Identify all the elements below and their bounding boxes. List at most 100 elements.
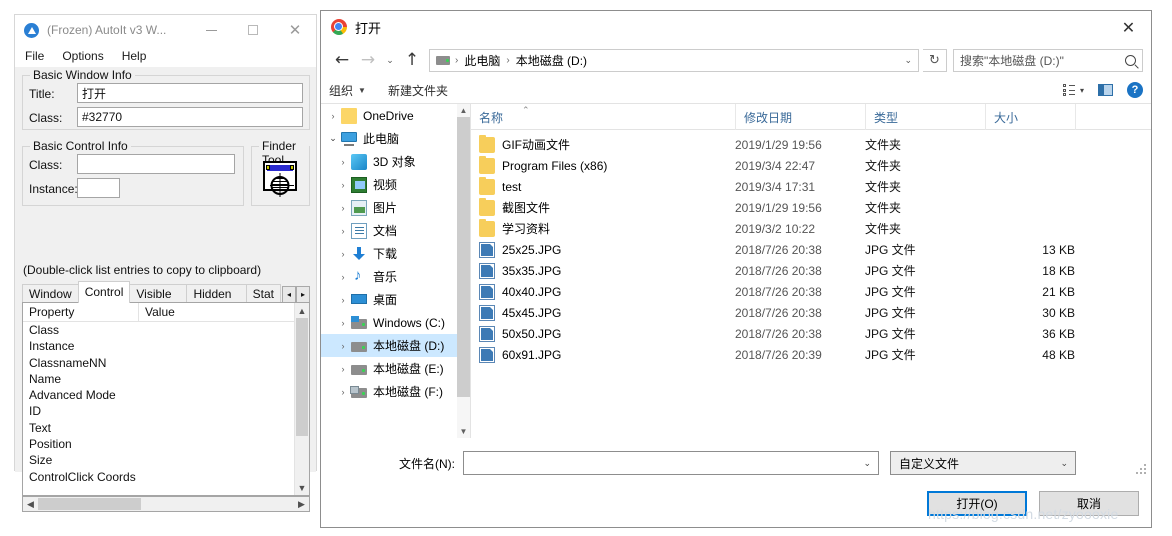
list-item[interactable]: Class [23,322,309,338]
resize-grip[interactable] [1136,464,1147,475]
table-row[interactable]: 学习资料 2019/3/2 10:22 文件夹 [471,218,1151,239]
tab-scroll-right-button[interactable]: ▸ [296,286,310,303]
property-list[interactable]: Property Value Class Instance ClassnameN… [22,302,310,496]
recent-locations-button[interactable]: ⌄ [381,47,399,73]
column-name[interactable]: 名称 [471,104,735,130]
chevron-right-icon[interactable]: › [325,111,341,121]
list-item[interactable]: Advanced Mode [23,387,309,403]
breadcrumb-item-local-disk-d[interactable]: 本地磁盘 (D:) [516,52,587,69]
file-type-filter-select[interactable]: 自定义文件 ⌄ [890,451,1076,475]
table-row[interactable]: 截图文件 2019/1/29 19:56 文件夹 [471,197,1151,218]
tab-scroll-left-button[interactable]: ◂ [282,286,296,303]
view-layout-icon[interactable]: ▾ [1062,84,1084,96]
chevron-right-icon[interactable]: › [335,226,351,236]
column-value[interactable]: Value [139,303,309,321]
list-item[interactable]: Text [23,420,309,436]
organize-button[interactable]: 组织 ▼ [329,82,366,99]
chevron-down-icon[interactable]: ⌄ [904,55,912,66]
chevron-right-icon[interactable]: › [335,387,351,397]
table-row[interactable]: 35x35.JPG 2018/7/26 20:38 JPG 文件 18 KB [471,260,1151,281]
scroll-down-arrow-icon[interactable]: ▼ [457,425,470,438]
table-row[interactable]: GIF动画文件 2019/1/29 19:56 文件夹 [471,134,1151,155]
table-row[interactable]: 60x91.JPG 2018/7/26 20:39 JPG 文件 48 KB [471,344,1151,365]
control-instance-field[interactable] [77,178,120,198]
chevron-down-icon[interactable]: ⌄ [1060,458,1068,469]
chevron-right-icon[interactable]: › [335,341,351,351]
back-button[interactable]: ← [329,47,355,73]
list-item[interactable]: ClassnameNN [23,355,309,371]
table-row[interactable]: 50x50.JPG 2018/7/26 20:38 JPG 文件 36 KB [471,323,1151,344]
tree-item-local-disk-e[interactable]: › 本地磁盘 (E:) [321,357,470,380]
tree-item-desktop[interactable]: › 桌面 [321,288,470,311]
chevron-right-icon[interactable]: › [335,364,351,374]
table-row[interactable]: 45x45.JPG 2018/7/26 20:38 JPG 文件 30 KB [471,302,1151,323]
property-list-vertical-scrollbar[interactable]: ▲ ▼ [294,303,309,495]
chevron-right-icon[interactable]: › [335,249,351,259]
hscroll-track[interactable] [38,497,294,511]
scroll-up-arrow-icon[interactable]: ▲ [457,104,470,117]
close-icon[interactable]: ✕ [1106,11,1151,43]
table-row[interactable]: 40x40.JPG 2018/7/26 20:38 JPG 文件 21 KB [471,281,1151,302]
tree-item-music[interactable]: › 音乐 [321,265,470,288]
tab-window[interactable]: Window [22,284,79,303]
minimize-icon[interactable] [190,15,232,45]
scroll-down-arrow-icon[interactable]: ▼ [295,480,309,495]
refresh-icon[interactable]: ↻ [923,48,947,72]
chevron-right-icon[interactable]: › [335,203,351,213]
tree-item-local-disk-f[interactable]: › 本地磁盘 (F:) [321,380,470,403]
chevron-right-icon[interactable]: › [335,295,351,305]
chevron-right-icon[interactable]: › [335,180,351,190]
property-list-horizontal-scrollbar[interactable]: ◀ ▶ [22,496,310,512]
column-type[interactable]: 类型 [865,104,985,130]
scroll-left-arrow-icon[interactable]: ◀ [23,499,38,510]
tab-control[interactable]: Control [77,281,131,303]
chevron-right-icon[interactable]: › [335,157,351,167]
list-item[interactable]: ID [23,403,309,419]
menu-item-file[interactable]: File [25,49,44,63]
preview-pane-icon[interactable] [1098,84,1113,96]
tree-item-local-disk-d[interactable]: › 本地磁盘 (D:) [321,334,470,357]
column-size[interactable]: 大小 [985,104,1075,130]
hscrollbar-thumb[interactable] [38,498,141,510]
table-row[interactable]: test 2019/3/4 17:31 文件夹 [471,176,1151,197]
list-item[interactable]: Instance [23,338,309,354]
list-item[interactable]: Size [23,452,309,468]
chevron-down-icon[interactable]: ⌄ [325,133,341,144]
tree-item-pictures[interactable]: › 图片 [321,196,470,219]
filename-input[interactable]: ⌄ [463,451,879,475]
column-property[interactable]: Property [23,303,139,321]
tab-visible-text[interactable]: Visible Text [129,284,188,320]
title-field[interactable]: 打开 [77,83,303,103]
control-class-field[interactable] [77,154,235,174]
help-icon[interactable]: ? [1127,82,1143,98]
address-bar[interactable]: › 此电脑 › 本地磁盘 (D:) ⌄ [429,48,919,72]
tree-item-downloads[interactable]: › 下载 [321,242,470,265]
tree-item-3d-objects[interactable]: › 3D 对象 [321,150,470,173]
tree-item-windows-c[interactable]: › Windows (C:) [321,311,470,334]
menu-item-options[interactable]: Options [62,49,103,63]
chevron-down-icon[interactable]: ▾ [1080,86,1084,95]
tab-stat[interactable]: Stat [245,284,281,303]
new-folder-button[interactable]: 新建文件夹 [388,82,448,99]
table-row[interactable]: 25x25.JPG 2018/7/26 20:38 JPG 文件 13 KB [471,239,1151,260]
chevron-right-icon[interactable]: › [335,318,351,328]
scrollbar-thumb[interactable] [457,117,470,397]
menu-item-help[interactable]: Help [122,49,147,63]
list-item[interactable]: Position [23,436,309,452]
column-date-modified[interactable]: 修改日期 [735,104,865,130]
table-row[interactable]: Program Files (x86) 2019/3/4 22:47 文件夹 [471,155,1151,176]
tree-item-onedrive[interactable]: › OneDrive [321,104,470,127]
search-input[interactable]: 搜索"本地磁盘 (D:)" [953,48,1143,72]
maximize-icon[interactable] [232,15,274,45]
tree-item-videos[interactable]: › 视频 [321,173,470,196]
scroll-right-arrow-icon[interactable]: ▶ [294,499,309,510]
tree-vertical-scrollbar[interactable]: ▲ ▼ [457,104,470,438]
tab-hidden-text[interactable]: Hidden Text [186,284,247,320]
list-item[interactable]: Name [23,371,309,387]
close-icon[interactable]: ✕ [274,15,316,45]
forward-button[interactable]: → [355,47,381,73]
tree-item-documents[interactable]: › 文档 [321,219,470,242]
tree-item-this-pc[interactable]: ⌄ 此电脑 [321,127,470,150]
class-field[interactable]: #32770 [77,107,303,127]
list-item[interactable]: ControlClick Coords [23,469,309,485]
